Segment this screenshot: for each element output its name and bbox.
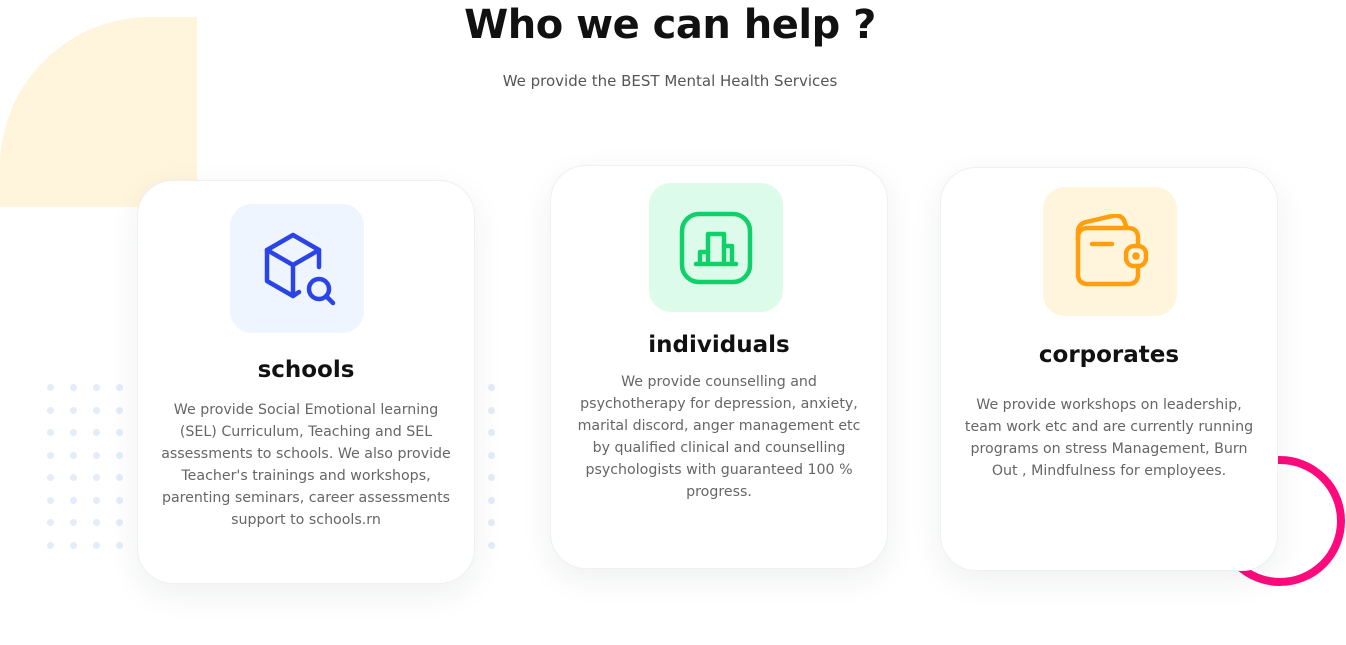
service-card-corporates[interactable]: corporates We provide workshops on leade… (940, 167, 1278, 571)
card-title: corporates (1038, 342, 1180, 368)
card-description: We provide counselling and psychotherapy… (577, 374, 861, 500)
service-card-schools[interactable]: schools We provide Social Emotional lear… (137, 180, 475, 584)
section-subtitle: We provide the BEST Mental Health Servic… (502, 72, 838, 90)
section-title: Who we can help ? (464, 2, 876, 48)
card-description: We provide Social Emotional learning (SE… (161, 402, 451, 528)
card-title: schools (257, 357, 355, 383)
icon-tile (230, 204, 364, 333)
chart-square-icon (679, 211, 753, 284)
wallet-icon (1075, 213, 1149, 286)
card-description: We provide workshops on leadership, team… (964, 397, 1254, 479)
decorative-dot-grid-left (47, 384, 123, 549)
service-card-individuals[interactable]: individuals We provide counselling and p… (550, 165, 888, 569)
decorative-dot-grid-right (488, 384, 495, 549)
icon-tile (1043, 187, 1177, 316)
card-title: individuals (648, 332, 790, 358)
page: Who we can help ? We provide the BEST Me… (0, 0, 1346, 645)
box-search-icon (264, 232, 336, 305)
icon-tile (649, 183, 783, 312)
